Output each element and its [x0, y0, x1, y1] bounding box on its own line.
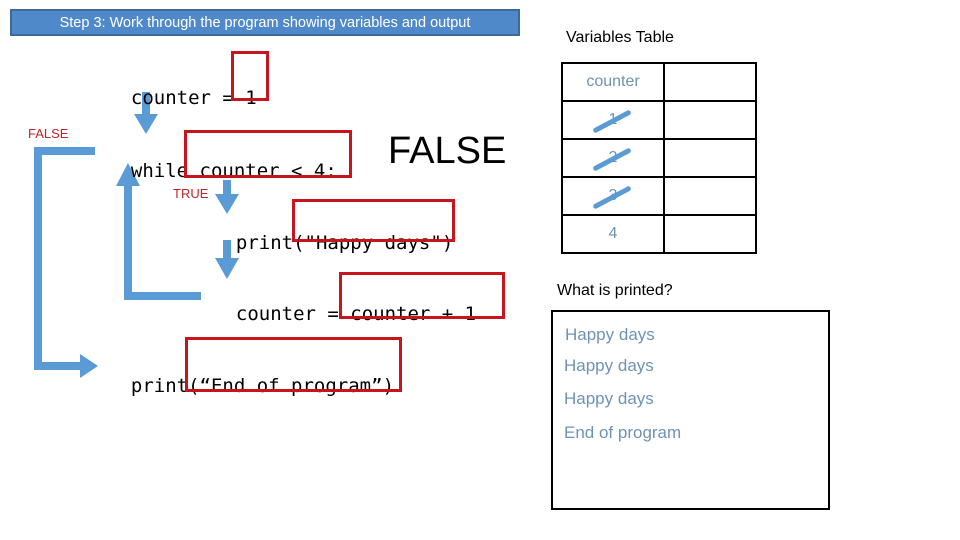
table-header-cell: counter [561, 62, 665, 102]
table-cell-value: 2 [561, 138, 665, 178]
output-line: Happy days [564, 356, 654, 375]
table-row: 3 [561, 176, 757, 216]
variables-table-title: Variables Table [566, 29, 674, 46]
table-row: 1 [561, 100, 757, 140]
table-header-cell [663, 62, 757, 102]
counter-value: 4 [608, 225, 618, 242]
variables-table: counter 1 2 3 4 [561, 62, 757, 254]
condition-result: FALSE [388, 130, 507, 172]
loop-back-arrow-icon [116, 163, 201, 300]
highlight-box-increment [339, 272, 505, 319]
highlight-box-condition [184, 130, 352, 178]
table-header-row: counter [561, 62, 757, 102]
output-line: Happy days [564, 389, 654, 408]
table-cell-value: 1 [561, 100, 665, 140]
false-label: FALSE [28, 126, 69, 141]
code-text: counter = [235, 303, 351, 325]
highlight-box-end-string [185, 337, 402, 392]
true-label: TRUE [173, 186, 209, 201]
false-exit-arrow-icon [34, 147, 98, 378]
table-cell-value: 4 [561, 214, 665, 254]
table-row: 4 [561, 214, 757, 254]
output-line: Happy days [565, 325, 655, 344]
table-cell-value: 3 [561, 176, 665, 216]
table-cell-empty [663, 214, 757, 254]
highlight-box-initial-value [231, 51, 269, 101]
arrow-down-icon [215, 180, 239, 214]
table-cell-empty [663, 176, 757, 216]
highlight-box-print-string [292, 199, 455, 242]
table-cell-empty [663, 138, 757, 178]
table-row: 2 [561, 138, 757, 178]
output-title: What is printed? [557, 282, 673, 299]
code-text: counter = [130, 87, 246, 109]
table-cell-empty [663, 100, 757, 140]
output-line: End of program [564, 423, 682, 442]
